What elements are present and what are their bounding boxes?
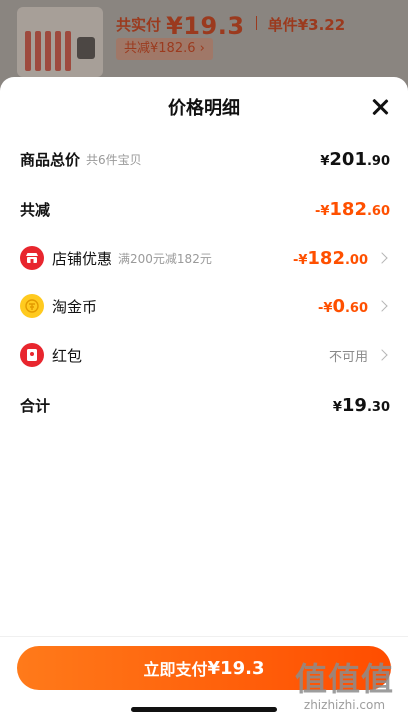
home-indicator: [131, 707, 277, 712]
chevron-right-icon: [376, 300, 388, 312]
row-amount: -¥182.60: [314, 198, 390, 220]
close-icon[interactable]: [370, 97, 390, 117]
row-goods-total: 商品总价 共6件宝贝 ¥201.90: [20, 147, 390, 171]
row-label: 淘金币: [52, 297, 98, 316]
row-amount: ¥201.90: [320, 148, 390, 170]
row-total-reduction: 共减 -¥182.60: [20, 197, 390, 221]
row-sub: 共6件宝贝: [86, 152, 142, 167]
row-sub: 满200元减182元: [118, 251, 212, 266]
red-packet-icon: [20, 343, 44, 367]
reduce-badge: 共减¥182.6 ›: [116, 38, 213, 60]
row-label: 共减: [20, 200, 51, 219]
row-amount: ¥19.30: [332, 394, 390, 416]
row-subtotal: 合计 ¥19.30: [20, 393, 390, 417]
row-label: 红包: [52, 346, 83, 365]
row-taobao-coin[interactable]: 淘金币 -¥0.60: [20, 294, 390, 318]
unavailable-status: 不可用: [328, 349, 368, 365]
total-label: 共实付: [116, 16, 162, 34]
row-label: 合计: [20, 396, 51, 415]
row-label: 店铺优惠: [52, 249, 113, 268]
row-red-packet[interactable]: 红包 不可用: [20, 343, 390, 367]
coin-icon: [20, 294, 44, 318]
shop-icon: [20, 246, 44, 270]
background-total: 共实付 ¥19.3 单件¥3.22: [116, 12, 345, 40]
price-detail-sheet: 价格明细 商品总价 共6件宝贝 ¥201.90 共减 -¥182.60 店铺优惠…: [0, 77, 408, 720]
chevron-right-icon: [376, 349, 388, 361]
row-amount: -¥182.00: [292, 247, 368, 269]
sheet-title: 价格明细: [168, 98, 240, 119]
total-value: ¥19.3: [166, 12, 245, 40]
row-amount: -¥0.60: [317, 295, 368, 317]
product-thumbnail: [17, 7, 103, 77]
row-label: 商品总价: [20, 150, 81, 169]
watermark: 值值值 zhizhizhi.com: [294, 660, 394, 712]
chevron-right-icon: [376, 252, 388, 264]
unit-price: 单件¥3.22: [267, 16, 346, 34]
row-shop-discount[interactable]: 店铺优惠 满200元减182元 -¥182.00: [20, 246, 390, 270]
